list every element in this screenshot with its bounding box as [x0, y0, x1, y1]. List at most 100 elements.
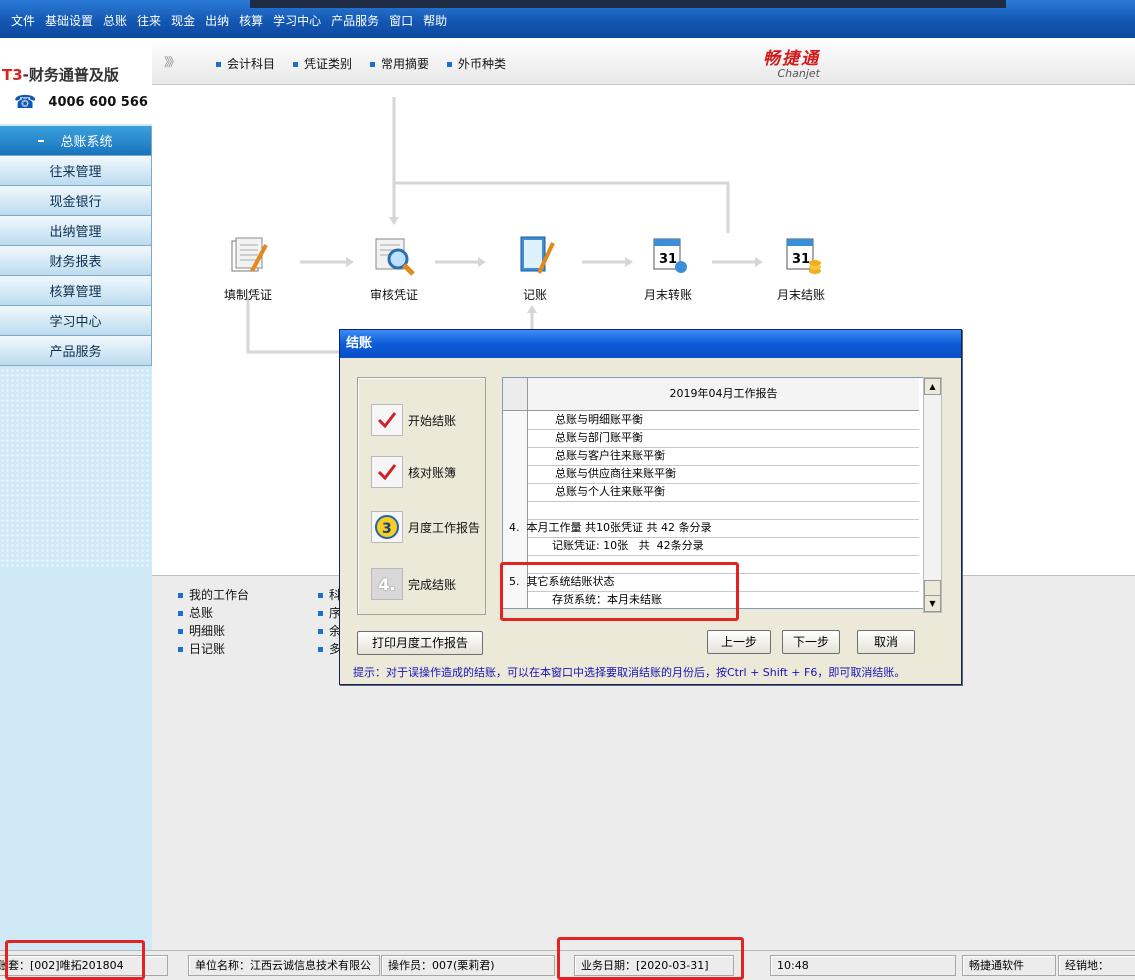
svg-text:31: 31 — [792, 252, 810, 267]
bullet-icon — [178, 611, 183, 616]
menu-basic-settings[interactable]: 基础设置 — [40, 12, 98, 29]
sidebar-texture — [0, 368, 152, 568]
menu-accounts[interactable]: 往来 — [132, 12, 166, 29]
report-row: 总账与客户往来账平衡 — [503, 447, 919, 466]
hotline-number: 4006 600 566 — [48, 95, 148, 110]
flow-month-end-transfer[interactable]: 31 月末转账 — [628, 233, 708, 303]
menu-bar: 文件 基础设置 总账 往来 现金 出纳 核算 学习中心 产品服务 窗口 帮助 — [0, 0, 1135, 38]
menu-cashier[interactable]: 出纳 — [200, 12, 234, 29]
link-col2-1[interactable]: 科 — [318, 586, 341, 603]
calendar-coins-icon: 31 — [786, 238, 821, 274]
menu-window[interactable]: 窗口 — [384, 12, 418, 29]
menu-ledger[interactable]: 总账 — [98, 12, 132, 29]
report-row — [503, 501, 919, 520]
bullet-icon — [370, 62, 376, 67]
flow-label: 月末转账 — [643, 288, 692, 302]
bullet-icon — [178, 593, 183, 598]
menu-costing[interactable]: 核算 — [234, 12, 268, 29]
link-journal[interactable]: 日记账 — [178, 640, 225, 657]
report-row — [503, 555, 919, 574]
flow-post-ledger[interactable]: 记账 — [495, 233, 575, 303]
expand-arrows-icon[interactable]: 》》 — [164, 53, 180, 70]
hotline: ☎ 4006 600 566 — [14, 92, 148, 113]
sidebar-item-ledger-system[interactable]: 总账系统 — [0, 126, 152, 156]
step-monthly-report[interactable]: 3 月度工作报告 — [371, 511, 480, 543]
flow-fill-voucher[interactable]: 填制凭证 — [208, 233, 288, 303]
step4-icon: 4. — [371, 568, 403, 600]
menu-help[interactable]: 帮助 — [418, 12, 452, 29]
sidebar-item-costing[interactable]: 核算管理 — [0, 276, 152, 306]
bullet-icon — [293, 62, 299, 67]
chanjet-logo: 畅捷通 Chanjet — [763, 49, 820, 80]
link-my-workbench[interactable]: 我的工作台 — [178, 586, 249, 603]
step-check-books[interactable]: 核对账簿 — [371, 456, 456, 488]
calendar-icon: 31 — [653, 238, 687, 273]
dialog-title: 结账 — [340, 330, 961, 358]
scroll-up-icon[interactable]: ▲ — [924, 378, 941, 395]
report-row: 总账与部门账平衡 — [503, 429, 919, 448]
scroll-down-icon[interactable]: ▼ — [924, 595, 941, 612]
scroll-thumb[interactable] — [924, 580, 941, 596]
close-accounts-dialog: 结账 开始结账 核对账簿 3 月度工作报告 4. 完成结账 2019年04月工作… — [339, 329, 962, 685]
status-time: 10:48 — [770, 955, 956, 976]
bullet-icon — [178, 647, 183, 652]
menu-cash[interactable]: 现金 — [166, 12, 200, 29]
link-col2-3[interactable]: 余 — [318, 622, 341, 639]
flow-label: 月末结账 — [776, 288, 825, 302]
tool-currency-types[interactable]: 外币种类 — [447, 55, 506, 72]
sidebar-item-reports[interactable]: 财务报表 — [0, 246, 152, 276]
sidebar-item-receivables[interactable]: 往来管理 — [0, 156, 152, 186]
bullet-icon — [216, 62, 221, 67]
status-company: 单位名称：江西云诚信息技术有限公 — [188, 955, 380, 976]
report-row: 记账凭证: 10张 共 42条分录 — [503, 537, 919, 556]
bullet-icon — [318, 611, 323, 616]
step-start-close[interactable]: 开始结账 — [371, 404, 456, 436]
bullet-icon — [318, 593, 323, 598]
link-general-ledger[interactable]: 总账 — [178, 604, 213, 621]
prev-step-button[interactable]: 上一步 — [707, 630, 771, 654]
report-scrollbar[interactable]: ▲ ▼ — [923, 377, 942, 613]
ledger-book-icon — [520, 236, 555, 274]
tool-common-summary[interactable]: 常用摘要 — [370, 55, 429, 72]
tool-accounts[interactable]: 会计科目 — [216, 55, 275, 72]
flow-review-voucher[interactable]: 审核凭证 — [354, 233, 434, 303]
report-row: 存货系统：本月未结账 — [503, 591, 919, 608]
bullet-icon — [318, 629, 323, 634]
tool-voucher-types[interactable]: 凭证类别 — [293, 55, 352, 72]
title-strip — [250, 0, 1006, 8]
voucher-pen-icon — [231, 237, 268, 272]
magnifier-icon — [375, 238, 415, 276]
status-bar: 账套：[002]唯拓201804 单位名称：江西云诚信息技术有限公 操作员：00… — [0, 950, 1135, 980]
menu-learning[interactable]: 学习中心 — [268, 12, 326, 29]
dialog-hint: 提示：对于误操作造成的结账，可以在本窗口中选择要取消结账的月份后，按Ctrl +… — [353, 666, 906, 679]
step3-icon: 3 — [371, 511, 403, 543]
report-row: 5. 其它系统结账状态 — [503, 573, 919, 592]
bullet-icon — [447, 62, 453, 67]
checkmark-icon — [371, 456, 403, 488]
minus-icon — [38, 139, 45, 142]
product-logo: T3-财务通普及版 ☎ 4006 600 566 — [0, 38, 153, 124]
status-operator: 操作员：007(栗莉君) — [381, 955, 555, 976]
menu-file[interactable]: 文件 — [6, 12, 40, 29]
sidebar-item-products[interactable]: 产品服务 — [0, 336, 152, 366]
status-dealer: 经销地： — [1058, 955, 1135, 976]
link-col2-4[interactable]: 多 — [318, 640, 341, 657]
step-list: 开始结账 核对账簿 3 月度工作报告 4. 完成结账 — [357, 377, 486, 615]
print-report-button[interactable]: 打印月度工作报告 — [357, 631, 483, 655]
link-col2-2[interactable]: 序 — [318, 604, 341, 621]
step-finish-close[interactable]: 4. 完成结账 — [371, 568, 456, 600]
status-account: 账套：[002]唯拓201804 — [0, 955, 168, 976]
bullet-icon — [178, 629, 183, 634]
flow-month-end-close[interactable]: 31 月末结账 — [761, 233, 841, 303]
report-header: 2019年04月工作报告 — [503, 378, 919, 411]
sidebar-item-cash-bank[interactable]: 现金银行 — [0, 186, 152, 216]
sidebar-item-cashier[interactable]: 出纳管理 — [0, 216, 152, 246]
sidebar-item-learning[interactable]: 学习中心 — [0, 306, 152, 336]
menu-products[interactable]: 产品服务 — [326, 12, 384, 29]
status-business-date: 业务日期：[2020-03-31] — [574, 955, 734, 976]
phone-icon: ☎ — [14, 92, 37, 113]
cancel-button[interactable]: 取消 — [857, 630, 915, 654]
bullet-icon — [318, 647, 323, 652]
link-detail-ledger[interactable]: 明细账 — [178, 622, 225, 639]
next-step-button[interactable]: 下一步 — [782, 630, 840, 654]
